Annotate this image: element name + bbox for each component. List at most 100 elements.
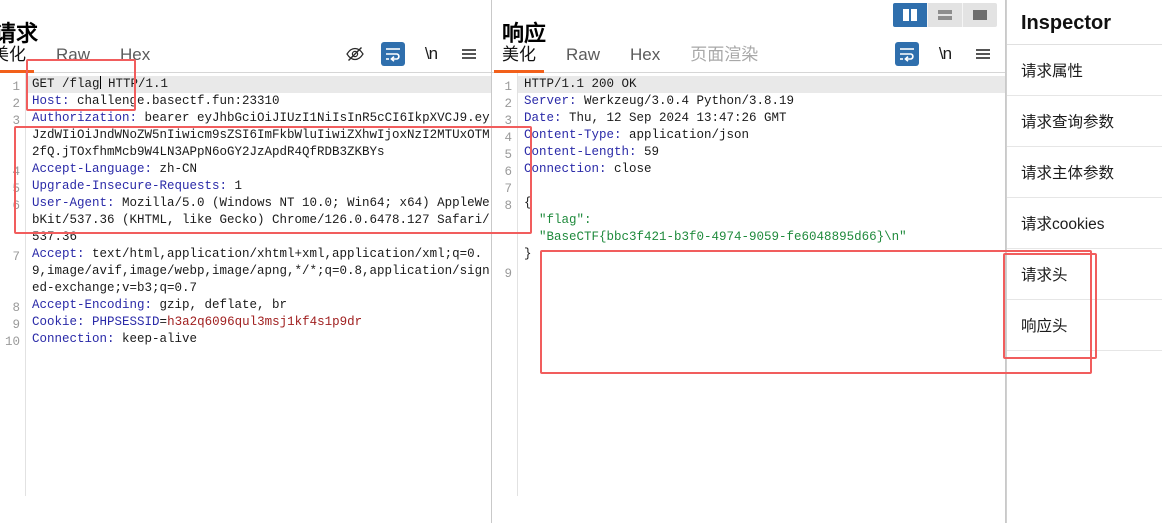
response-line-number: 3 — [504, 114, 512, 128]
newline-icon[interactable]: \n — [419, 42, 443, 66]
response-code-segment: application/json — [621, 128, 750, 142]
request-code-segment: 1 — [227, 179, 243, 193]
word-wrap-icon[interactable] — [895, 42, 919, 66]
split-horizontal-button[interactable] — [927, 3, 962, 27]
request-tab-0[interactable]: 美化 — [0, 40, 34, 73]
request-line-number: 5 — [12, 182, 20, 196]
request-tab-2[interactable]: Hex — [120, 45, 150, 72]
response-line-number: 6 — [504, 165, 512, 179]
response-code-line: Connection: close — [524, 161, 1005, 178]
response-code-segment: 59 — [636, 145, 660, 159]
response-line-number: 4 — [504, 131, 512, 145]
response-code-line: Date: Thu, 12 Sep 2024 13:47:26 GMT — [524, 110, 1005, 127]
response-editor[interactable]: 1 2 3 4 5 6 7 8 9 HTTP/1.1 200 OK Server: Werkzeu… — [492, 73, 1005, 496]
inspector-item-5[interactable]: 响应头 — [1007, 300, 1162, 351]
split-vertical-button[interactable] — [893, 3, 927, 27]
request-tab-1[interactable]: Raw — [56, 45, 90, 72]
response-tab-2[interactable]: Hex — [630, 45, 660, 72]
response-line-number: 5 — [504, 148, 512, 162]
response-tabbar: 美化 Raw Hex 页面渲染 \n — [492, 34, 1005, 73]
request-code-line: Cookie: PHPSESSID=h3a2q6096qul3msj1kf4s1… — [32, 314, 491, 331]
request-code-segment: = — [159, 315, 168, 329]
request-code-segment: Accept: — [32, 247, 85, 261]
response-tabs: 美化 Raw Hex 页面渲染 — [494, 40, 895, 73]
request-line-number: 2 — [12, 97, 20, 111]
response-code-line: } — [524, 246, 1005, 263]
request-line-number: 7 — [12, 250, 20, 264]
request-toolbar: \n — [343, 42, 491, 72]
response-code-segment: } — [524, 247, 532, 261]
inspector-item-0[interactable]: 请求属性 — [1007, 45, 1162, 96]
response-line-number: 8 — [504, 199, 512, 213]
eye-off-icon[interactable] — [343, 42, 367, 66]
response-code-line: "BaseCTF{bbc3f421-b3f0-4974-9059-fe60488… — [524, 229, 1005, 246]
single-pane-icon — [973, 10, 987, 20]
response-code-segment: Content-Type: — [524, 128, 622, 142]
request-code-segment: PHPSESSID — [92, 315, 160, 329]
response-code-line: Content-Length: 59 — [524, 144, 1005, 161]
request-code-segment: User-Agent: — [32, 196, 115, 210]
request-line-number: 3 — [12, 114, 20, 128]
hamburger-glyph — [462, 49, 476, 59]
response-code-line — [524, 263, 1005, 280]
request-line-numbers: 1 2 3 4 5 6 7 8 9 10 — [0, 73, 26, 496]
request-code-segment: keep-alive — [114, 332, 198, 346]
request-code-segment: h3a2q6096qul3msj1kf4s1p9dr — [167, 315, 363, 329]
request-code-segment: Connection: — [32, 332, 115, 346]
request-code-segment: zh-CN — [152, 162, 198, 176]
response-line-number: 2 — [504, 97, 512, 111]
response-code-segment: { — [524, 196, 532, 210]
split-horizontal-icon — [938, 10, 952, 20]
request-code-line: Accept-Encoding: gzip, deflate, br — [32, 297, 491, 314]
request-code-segment: Authorization: — [32, 111, 138, 125]
menu-icon[interactable] — [457, 42, 481, 66]
request-code-segment: Cookie: — [32, 315, 85, 329]
request-code-segment: Accept-Encoding: — [32, 298, 153, 312]
inspector-item-1[interactable]: 请求查询参数 — [1007, 96, 1162, 147]
response-code-segment: "BaseCTF{bbc3f421-b3f0-4974-9059-fe60488… — [524, 230, 907, 244]
response-code-line: HTTP/1.1 200 OK — [518, 76, 1005, 93]
inspector-item-4[interactable]: 请求头 — [1007, 249, 1162, 300]
request-line-number: 6 — [12, 199, 20, 213]
inspector-item-3[interactable]: 请求cookies — [1007, 198, 1162, 249]
word-wrap-glyph — [386, 48, 400, 62]
request-code-line: Authorization: bearer eyJhbGciOiJIUzI1Ni… — [32, 110, 491, 161]
response-toolbar: \n — [895, 42, 1005, 72]
response-code-segment: Server: — [524, 94, 577, 108]
request-code-line: Connection: keep-alive — [32, 331, 491, 348]
response-code-segment: Content-Length: — [524, 145, 637, 159]
inspector-item-2[interactable]: 请求主体参数 — [1007, 147, 1162, 198]
response-line-number: 7 — [504, 182, 512, 196]
response-code-segment: Date: — [524, 111, 562, 125]
response-tab-0[interactable]: 美化 — [494, 40, 544, 73]
request-code-segment: Upgrade-Insecure-Requests: — [32, 179, 228, 193]
request-line-number: 9 — [12, 318, 20, 332]
single-pane-button[interactable] — [962, 3, 997, 27]
request-code-line: User-Agent: Mozilla/5.0 (Windows NT 10.0… — [32, 195, 491, 246]
request-editor[interactable]: 1 2 3 4 5 6 7 8 9 10 GET /flag HTTP/1.1 Host: chal… — [0, 73, 491, 496]
request-line-number: 10 — [4, 335, 20, 349]
hamburger-glyph — [976, 49, 990, 59]
newline-icon[interactable]: \n — [933, 42, 957, 66]
response-code-line — [524, 178, 1005, 195]
layout-toggle-group — [893, 3, 997, 27]
request-panel-title: 请求 — [0, 21, 39, 46]
request-line-number: 8 — [12, 301, 20, 315]
response-line-numbers: 1 2 3 4 5 6 7 8 9 — [492, 73, 518, 496]
inspector-pane: Inspector 请求属性 请求查询参数 请求主体参数 请求cookies 请求头 响应… — [1006, 0, 1162, 523]
word-wrap-icon[interactable] — [381, 42, 405, 66]
response-code-content[interactable]: HTTP/1.1 200 OK Server: Werkzeug/3.0.4 Py… — [518, 73, 1005, 496]
request-code-segment: challenge.basectf.fun:23310 — [69, 94, 280, 108]
response-tab-1[interactable]: Raw — [566, 45, 600, 72]
response-tab-3[interactable]: 页面渲染 — [690, 40, 758, 72]
menu-icon[interactable] — [971, 42, 995, 66]
request-tabbar: 美化 Raw Hex \n — [0, 34, 491, 73]
request-pane: 请求 美化 Raw Hex \n 1 2 3 4 5 6 7 8 9 10 GET /flag HTT… — [0, 0, 492, 523]
request-line-number: 4 — [12, 165, 20, 179]
response-pane: 响应 美化 Raw Hex 页面渲染 \n 123456789 HTTP/1.1 20… — [492, 0, 1006, 523]
request-code-segment: GET /flag — [32, 77, 100, 91]
request-code-line: Accept-Language: zh-CN — [32, 161, 491, 178]
request-code-content[interactable]: GET /flag HTTP/1.1 Host: challenge.basect… — [26, 73, 491, 496]
request-code-line: Host: challenge.basectf.fun:23310 — [32, 93, 491, 110]
request-code-segment: HTTP/1.1 — [100, 77, 169, 91]
